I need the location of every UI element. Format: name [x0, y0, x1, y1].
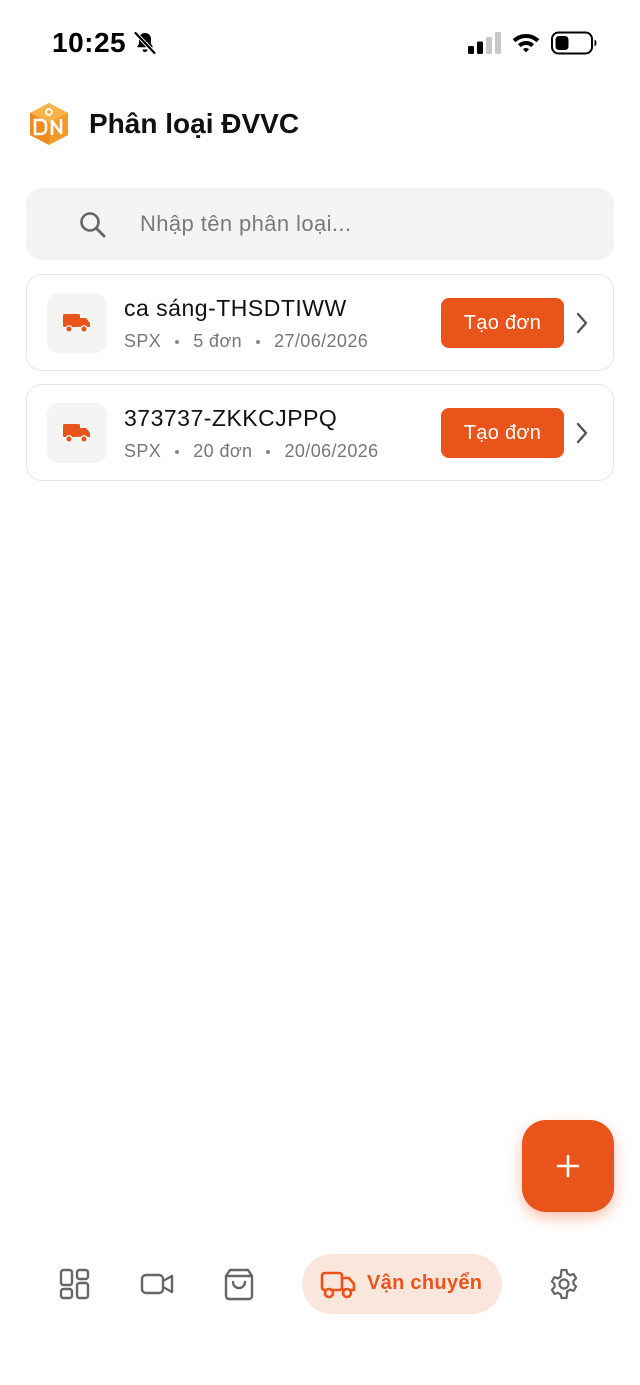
create-order-button[interactable]: Tạo đơn: [441, 408, 564, 458]
separator-dot: [175, 449, 180, 454]
nav-item-label: Vận chuyển: [367, 1272, 483, 1294]
add-button[interactable]: [522, 1120, 614, 1212]
item-title: 373737-ZKKCJPPQ: [124, 405, 338, 431]
chevron-right-icon[interactable]: [575, 421, 589, 445]
bell-muted-icon: [134, 31, 156, 55]
status-bar: 10:25: [0, 0, 640, 86]
separator-dot: [266, 449, 271, 454]
list-item[interactable]: ca sáng-THSDTIWW SPX 5 đơn 27/06/2026 Tạ…: [26, 274, 614, 371]
cellular-signal-icon: [468, 32, 501, 54]
separator-dot: [175, 339, 180, 344]
item-title: ca sáng-THSDTIWW: [124, 295, 347, 321]
item-icon-box: [47, 293, 107, 353]
search-icon: [80, 212, 106, 238]
nav-item-shipping[interactable]: Vận chuyển: [302, 1254, 502, 1314]
status-time: 10:25: [52, 27, 127, 58]
create-order-button[interactable]: Tạo đơn: [441, 298, 564, 348]
gear-icon[interactable]: [547, 1267, 581, 1301]
item-meta: SPX 20 đơn 20/06/2026: [124, 441, 379, 462]
item-carrier: SPX: [124, 331, 162, 351]
chevron-right-icon[interactable]: [575, 311, 589, 335]
list-item[interactable]: 373737-ZKKCJPPQ SPX 20 đơn 20/06/2026 Tạ…: [26, 384, 614, 481]
plus-icon: [556, 1154, 580, 1178]
separator-dot: [256, 339, 261, 344]
shopping-bag-icon[interactable]: [222, 1267, 256, 1301]
wifi-icon: [512, 34, 540, 53]
truck-icon: [63, 314, 90, 333]
page-title: Phân loại ĐVVC: [89, 108, 300, 139]
item-order-count: 20 đơn: [193, 441, 253, 461]
truck-icon: [63, 424, 90, 443]
item-order-count: 5 đơn: [193, 331, 243, 351]
page-header: Phân loại ĐVVC: [28, 100, 299, 148]
item-meta: SPX 5 đơn 27/06/2026: [124, 331, 368, 352]
video-camera-icon[interactable]: [140, 1267, 174, 1301]
grid-icon[interactable]: [58, 1267, 92, 1301]
item-icon-box: [47, 403, 107, 463]
item-date: 27/06/2026: [274, 331, 369, 351]
item-date: 20/06/2026: [284, 441, 379, 461]
truck-icon: [320, 1271, 356, 1299]
app-logo: [30, 103, 68, 145]
search-input[interactable]: [140, 206, 590, 242]
item-carrier: SPX: [124, 441, 162, 461]
bottom-navigation: Vận chuyển: [0, 1240, 640, 1330]
search-bar[interactable]: [26, 188, 614, 260]
battery-icon: [551, 31, 597, 55]
